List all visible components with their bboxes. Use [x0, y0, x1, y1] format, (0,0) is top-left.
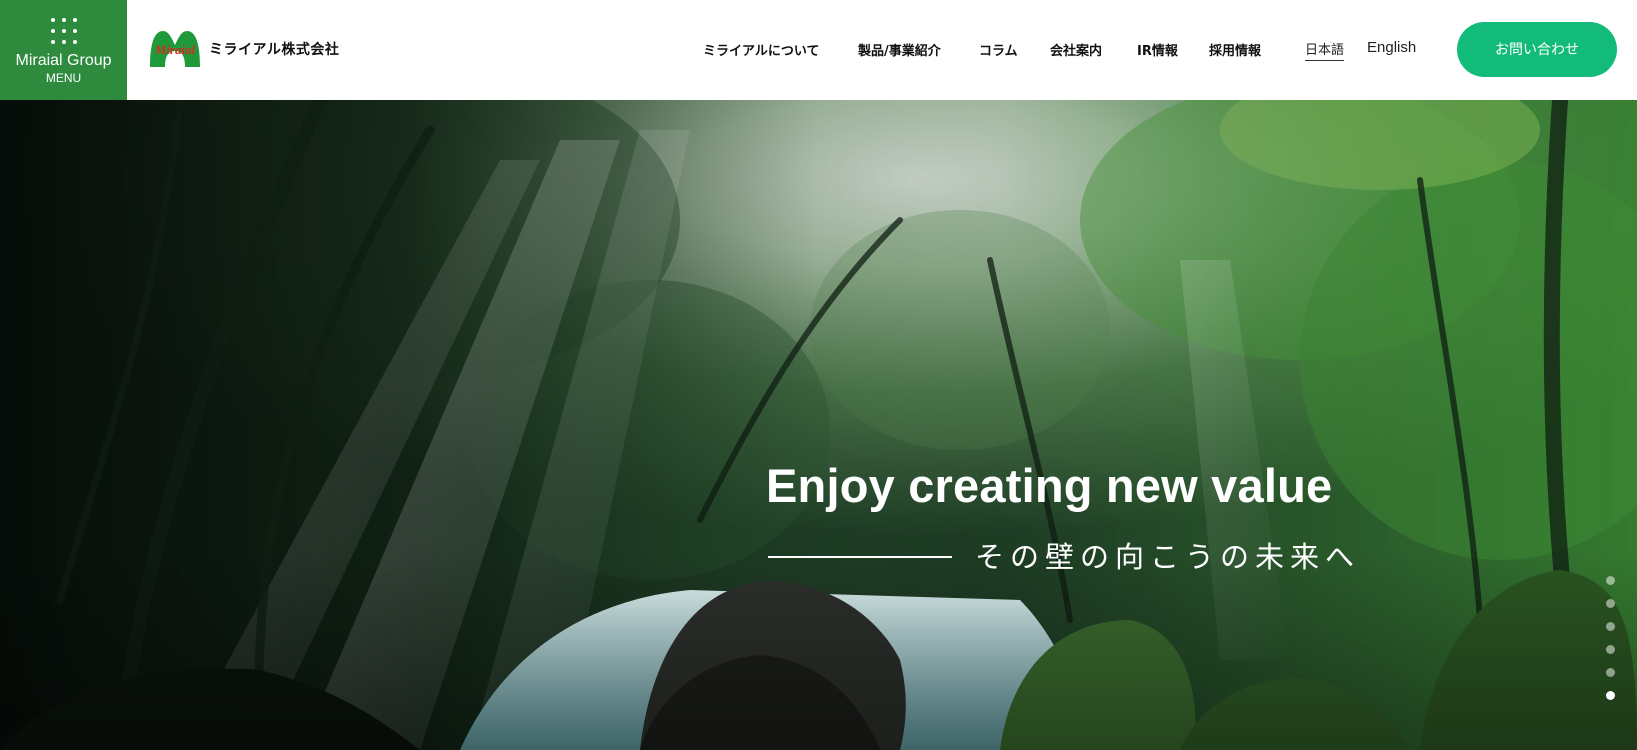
tagline-divider [768, 556, 952, 558]
nav-item-about[interactable]: ミライアルについて [703, 40, 819, 59]
slide-dot[interactable] [1606, 668, 1615, 677]
lang-english-link[interactable]: English [1367, 39, 1416, 56]
hero-tagline: その壁の向こうの未来へ [975, 540, 1361, 574]
forest-waterfall-image [0, 100, 1637, 750]
nav-item-recruit[interactable]: 採用情報 [1209, 40, 1261, 59]
nav-item-ir[interactable]: IR情報 [1137, 40, 1178, 59]
menu-group-label: Miraial Group [15, 52, 112, 69]
contact-button[interactable]: お問い合わせ [1457, 22, 1617, 77]
company-name: ミライアル株式会社 [209, 42, 340, 58]
nav-item-company[interactable]: 会社案内 [1050, 40, 1102, 59]
hero-headline: Enjoy creating new value [766, 459, 1333, 512]
menu-label: MENU [45, 71, 82, 85]
logo-mark-text: Miraial [154, 42, 196, 57]
miraial-logo-mark: Miraial [148, 29, 202, 69]
site-header: Miraial Group MENU Miraial ミライアル株式会社 ミライ… [0, 0, 1637, 100]
company-logo[interactable]: Miraial ミライアル株式会社 [148, 29, 339, 69]
slide-dot[interactable] [1606, 622, 1615, 631]
slide-dot[interactable] [1606, 599, 1615, 608]
lang-japanese-link[interactable]: 日本語 [1305, 39, 1345, 61]
group-menu-button[interactable]: Miraial Group MENU [0, 0, 127, 100]
slide-pager [1606, 576, 1618, 714]
slide-dot-active[interactable] [1606, 691, 1615, 700]
hero-slider: Enjoy creating new value その壁の向こうの未来へ [0, 100, 1637, 750]
slide-dot[interactable] [1606, 576, 1615, 585]
nav-item-column[interactable]: コラム [979, 40, 1018, 59]
nav-item-products[interactable]: 製品/事業紹介 [858, 40, 941, 59]
slide-dot[interactable] [1606, 645, 1615, 654]
grid-dots-icon [51, 18, 77, 44]
